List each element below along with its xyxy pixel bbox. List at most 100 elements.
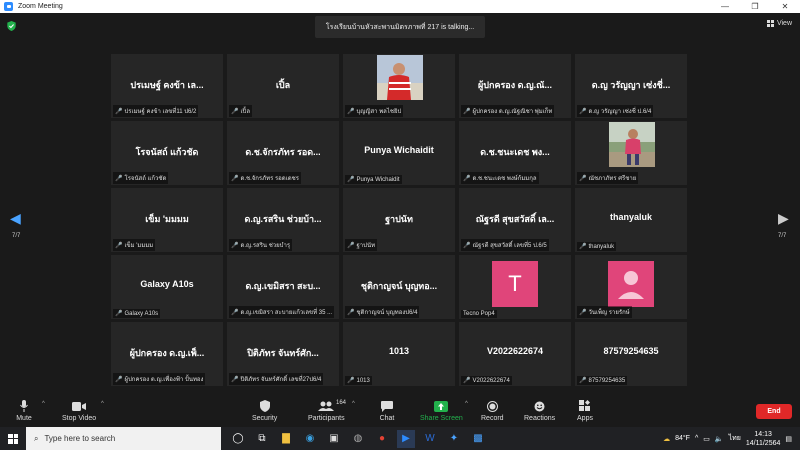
store-icon[interactable]: ▣ bbox=[325, 430, 343, 448]
file-explorer-icon[interactable]: ▇ bbox=[277, 430, 295, 448]
start-button[interactable] bbox=[0, 427, 26, 450]
video-tile[interactable]: ด.ช.จักรภัทร รอด... 🎤 ด.ช.จักรภัทร รอดเดช… bbox=[227, 121, 339, 185]
participant-label: 🎤 ฐาปนัท bbox=[345, 239, 378, 251]
video-tile[interactable]: ฐาปนัท 🎤 ฐาปนัท bbox=[343, 188, 455, 252]
video-tile[interactable]: Punya Wichaidit 🎤 Punya Wichaidit bbox=[343, 121, 455, 185]
chat-button[interactable]: Chat bbox=[379, 399, 395, 422]
notifications-icon[interactable]: ▤ bbox=[785, 435, 792, 443]
video-tile[interactable]: ด.ญ วรัญญา เซ่งชี่... 🎤 ด.ญ วรัญญา เซ่งชี… bbox=[575, 54, 687, 118]
participant-label: 🎤 โรจนัสถ์ แก้วชัด bbox=[113, 172, 169, 184]
end-meeting-button[interactable]: End bbox=[756, 404, 792, 419]
zoom-app-icon bbox=[4, 2, 13, 11]
video-tile[interactable]: T Tecno Pop4 bbox=[459, 255, 571, 319]
participants-icon bbox=[318, 399, 335, 413]
video-tile[interactable]: ปรเมษฐ์ คงข้า เล... 🎤 ปรเมษฐ์ คงข้า เลขที… bbox=[111, 54, 223, 118]
chat-label: Chat bbox=[379, 415, 395, 422]
maximize-button[interactable]: ❐ bbox=[740, 0, 770, 13]
minimize-button[interactable]: — bbox=[710, 0, 740, 13]
video-tile[interactable]: 87579254635 🎤 87579254635 bbox=[575, 322, 687, 386]
video-options-chevron-icon[interactable]: ^ bbox=[101, 401, 104, 407]
video-tile[interactable]: เปิ้ล 🎤 เปิ้ล bbox=[227, 54, 339, 118]
participant-name: โรจนัสถ์ แก้วชัด bbox=[135, 147, 199, 157]
video-tile[interactable]: 1013 🎤 1013 bbox=[343, 322, 455, 386]
participant-label: 🎤 ผู้ปกครอง ด.ญ.เพื่องฟ้า ปั้นทอง bbox=[113, 373, 206, 385]
participant-label-text: เข็ม 'มมมม bbox=[124, 243, 154, 249]
video-tile[interactable]: เข็ม 'มมมม 🎤 เข็ม 'มมมม bbox=[111, 188, 223, 252]
video-tile[interactable]: Galaxy A10s 🎤 Galaxy A10s bbox=[111, 255, 223, 319]
apps-label: Apps bbox=[577, 415, 593, 422]
active-speaker-banner: โรงเรียนบ้านหัวสะพานมิตรภาพที่ 217 is ta… bbox=[315, 16, 485, 38]
smiley-icon bbox=[532, 399, 548, 413]
record-button[interactable]: Record bbox=[481, 399, 504, 422]
participants-count: 164 bbox=[336, 400, 347, 406]
apps-button[interactable]: Apps bbox=[577, 399, 593, 422]
participant-label-text: ด.ญ.เขมิสรา สะบายแก้วเลขที่ 35 ... bbox=[240, 310, 333, 316]
taskbar-search-box[interactable]: ⌕ Type here to search bbox=[26, 427, 221, 450]
word-icon[interactable]: W bbox=[421, 430, 439, 448]
zoom-taskbar-icon[interactable]: ▶ bbox=[397, 429, 415, 448]
chrome-icon[interactable]: ● bbox=[373, 430, 391, 448]
volume-icon[interactable]: 🔈 bbox=[715, 435, 724, 443]
video-tile[interactable]: thanyaluk 🎤 thanyaluk bbox=[575, 188, 687, 252]
participant-name: Galaxy A10s bbox=[140, 279, 194, 289]
network-icon[interactable]: ▭ bbox=[703, 435, 710, 443]
photos-icon[interactable]: ▩ bbox=[469, 430, 487, 448]
muted-mic-icon: 🎤 bbox=[231, 108, 239, 115]
participant-label: 🎤 thanyaluk bbox=[577, 242, 617, 251]
participant-label-text: ณัฐรดี สุขสวัสดิ์ เลขที่5 ป.6/5 bbox=[472, 243, 547, 249]
clock-date: 14/11/2564 bbox=[745, 439, 781, 447]
muted-mic-icon: 🎤 bbox=[463, 242, 471, 249]
participant-label-text: โรจนัสถ์ แก้วชัด bbox=[124, 176, 167, 182]
share-options-chevron-icon[interactable]: ^ bbox=[465, 401, 468, 407]
video-tile[interactable]: 🎤 ณัชภาภัทร ศรีชาย bbox=[575, 121, 687, 185]
taskbar-clock[interactable]: 14:13 14/11/2564 bbox=[746, 430, 781, 448]
security-shield-icon[interactable] bbox=[7, 21, 16, 31]
participant-label-text: Tecno Pop4 bbox=[463, 311, 495, 317]
input-language[interactable]: ไทย bbox=[729, 433, 741, 444]
share-screen-button[interactable]: Share Screen bbox=[420, 399, 463, 422]
participant-label-text: ด.ญ วรัญญา เซ่งชี่ ป.6/4 bbox=[588, 109, 652, 115]
next-page-arrow-icon[interactable]: ▶ bbox=[778, 210, 789, 227]
video-tile[interactable]: ผู้ปกครอง ด.ญ.เพ็... 🎤 ผู้ปกครอง ด.ญ.เพื่… bbox=[111, 322, 223, 386]
video-tile[interactable]: ด.ช.ชนะเดช พง... 🎤 ด.ช.ชนะเดช พงษ์ก้มมกุล bbox=[459, 121, 571, 185]
video-tile[interactable]: ผู้ปกครอง ด.ญ.ณั... 🎤 ผู้ปกครอง ด.ญ.ณัฐณิ… bbox=[459, 54, 571, 118]
video-tile[interactable]: ชุติกาญจน์ บุญทอ... 🎤 ชุติกาญจน์ บุญทองป6… bbox=[343, 255, 455, 319]
participant-label-text: เปิ้ล bbox=[240, 109, 251, 115]
participants-options-chevron-icon[interactable]: ^ bbox=[352, 401, 355, 407]
window-titlebar: Zoom Meeting — ❐ ✕ bbox=[0, 0, 800, 13]
windows-logo-icon bbox=[8, 433, 18, 444]
edge-icon[interactable]: ◉ bbox=[301, 430, 319, 448]
video-tile[interactable]: 🎤 บุญญิสา พลไชยิป bbox=[343, 54, 455, 118]
security-label: Security bbox=[252, 415, 278, 422]
mute-button[interactable]: Mute bbox=[16, 399, 32, 422]
video-tile[interactable]: ด.ญ.เขมิสรา สะบ... 🎤 ด.ญ.เขมิสรา สะบายแก้… bbox=[227, 255, 339, 319]
video-tile[interactable]: โรจนัสถ์ แก้วชัด 🎤 โรจนัสถ์ แก้วชัด bbox=[111, 121, 223, 185]
reactions-label: Reactions bbox=[524, 415, 556, 422]
video-tile[interactable]: ณัฐรดี สุขสวัสดิ์ เล... 🎤 ณัฐรดี สุขสวัสด… bbox=[459, 188, 571, 252]
network-app-icon[interactable]: ✦ bbox=[445, 430, 463, 448]
settings-app-icon[interactable]: ◍ bbox=[349, 430, 367, 448]
view-label: View bbox=[776, 20, 792, 27]
muted-mic-icon: 🎤 bbox=[579, 175, 587, 182]
weather-cloud-icon[interactable]: ☁ bbox=[663, 435, 670, 443]
participant-label: 🎤 บุญญิสา พลไชยิป bbox=[345, 105, 404, 117]
video-tile[interactable]: ปิติภัทร จันทร์ศัก... 🎤 ปิติภัทร จันทร์ศั… bbox=[227, 322, 339, 386]
close-button[interactable]: ✕ bbox=[770, 0, 800, 13]
video-tile[interactable]: 🎤 วันเพ็ญ รายรักษ์ bbox=[575, 255, 687, 319]
reactions-button[interactable]: Reactions bbox=[524, 399, 555, 422]
participant-label: 🎤 Galaxy A10s bbox=[113, 309, 161, 318]
participant-label-text: ด.ช.ชนะเดช พงษ์ก้มมกุล bbox=[472, 176, 537, 182]
video-tile[interactable]: V2022622674 🎤 V2022622674 bbox=[459, 322, 571, 386]
participant-label: 🎤 ปรเมษฐ์ คงข้า เลขที่11 ป6/2 bbox=[113, 105, 199, 117]
view-button[interactable]: View bbox=[766, 20, 792, 27]
show-hidden-icons-chevron-icon[interactable]: ^ bbox=[695, 435, 698, 442]
previous-page-arrow-icon[interactable]: ◀ bbox=[10, 210, 21, 227]
page-indicator-right: 7/7 bbox=[778, 233, 787, 239]
stop-video-button[interactable]: Stop Video bbox=[62, 399, 96, 422]
video-tile[interactable]: ด.ญ.รสริน ช่วยบ้า... 🎤 ด.ญ.รสริน ช่วยบำรุ bbox=[227, 188, 339, 252]
weather-temperature[interactable]: 84°F bbox=[675, 435, 690, 442]
task-view-icon[interactable]: ⧉ bbox=[253, 430, 271, 448]
cortana-icon[interactable]: ◯ bbox=[229, 430, 247, 448]
security-button[interactable]: Security bbox=[252, 399, 277, 422]
audio-options-chevron-icon[interactable]: ^ bbox=[42, 401, 45, 407]
